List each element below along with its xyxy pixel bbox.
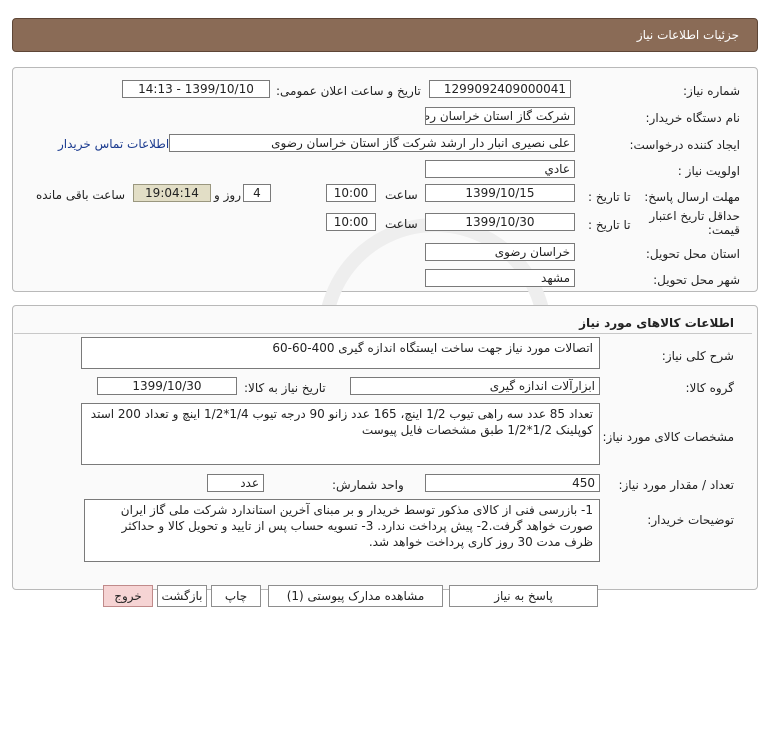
general-desc-label: شرح کلی نیاز: (661, 349, 734, 363)
page-title: جزئیات اطلاعات نیاز (636, 28, 739, 42)
remaining-time-field: 19:04:14 (133, 184, 211, 202)
validity-to-date-label: تا تاریخ : (588, 218, 631, 232)
announce-label: تاریخ و ساعت اعلان عمومی: (276, 84, 421, 98)
deadline-time-label: ساعت (385, 188, 418, 202)
goods-title-divider (14, 333, 752, 334)
quantity-label: تعداد / مقدار مورد نیاز: (618, 478, 734, 492)
validity-time-label: ساعت (385, 217, 418, 231)
validity-label-line1: حداقل تاریخ اعتبار (649, 209, 740, 223)
deadline-label: مهلت ارسال پاسخ: (644, 190, 740, 204)
deadline-date-field: 1399/10/15 (425, 184, 575, 202)
buyer-notes-field: 1- بازرسی فنی از کالای مذکور توسط خریدار… (84, 499, 600, 562)
general-desc-field: اتصالات مورد نیاز جهت ساخت ایستگاه انداز… (81, 337, 600, 369)
goods-section-title: اطلاعات کالاهای مورد نیاز (579, 316, 734, 330)
province-label: استان محل تحویل: (645, 247, 740, 261)
back-button[interactable]: بازگشت (157, 585, 207, 607)
quantity-field: 450 (425, 474, 600, 492)
page-title-bar: جزئیات اطلاعات نیاز (12, 18, 758, 52)
buyer-label: نام دستگاه خریدار: (645, 111, 741, 125)
province-field: خراسان رضوی (425, 243, 575, 261)
exit-button[interactable]: خروج (103, 585, 153, 607)
announce-field: 1399/10/10 - 14:13 (122, 80, 270, 98)
reply-to-need-button[interactable]: پاسخ به نیاز (449, 585, 598, 607)
validity-time-field: 10:00 (326, 213, 376, 231)
priority-label: اولویت نیاز : (677, 164, 740, 178)
buyer-field: شرکت گاز استان خراسان رضوی (425, 107, 575, 125)
deadline-time-field: 10:00 (326, 184, 376, 202)
buyer-notes-label: توضیحات خریدار: (647, 513, 734, 527)
unit-field: عدد (207, 474, 264, 492)
creator-field: علی نصیری انبار دار ارشد شرکت گاز استان … (169, 134, 575, 152)
unit-label: واحد شمارش: (332, 478, 404, 492)
city-field: مشهد (425, 269, 575, 287)
spec-label: مشخصات کالای مورد نیاز: (602, 430, 734, 444)
goods-group-label: گروه کالا: (685, 381, 735, 395)
deadline-to-date-label: تا تاریخ : (588, 190, 631, 204)
remaining-days-field: 4 (243, 184, 271, 202)
buyer-contact-link[interactable]: اطلاعات تماس خریدار (58, 137, 169, 151)
creator-label: ایجاد کننده درخواست: (629, 138, 740, 152)
remaining-label: ساعت باقی مانده (36, 188, 126, 202)
validity-label-line2: قیمت: (707, 223, 740, 237)
need-date-label: تاریخ نیاز به کالا: (244, 381, 326, 395)
spec-field: تعداد 85 عدد سه راهی تیوب 1/2 اینچ، 165 … (81, 403, 600, 465)
validity-date-field: 1399/10/30 (425, 213, 575, 231)
view-attachments-button[interactable]: مشاهده مدارک پیوستی (1) (268, 585, 443, 607)
priority-field: عادي (425, 160, 575, 178)
print-button[interactable]: چاپ (211, 585, 261, 607)
need-number-field: 1299092409000041 (429, 80, 571, 98)
need-date-field: 1399/10/30 (97, 377, 237, 395)
need-number-label: شماره نیاز: (683, 84, 740, 98)
goods-group-field: ابزارآلات اندازه گیری (350, 377, 600, 395)
days-label: روز و (214, 188, 241, 202)
city-label: شهر محل تحویل: (653, 273, 740, 287)
